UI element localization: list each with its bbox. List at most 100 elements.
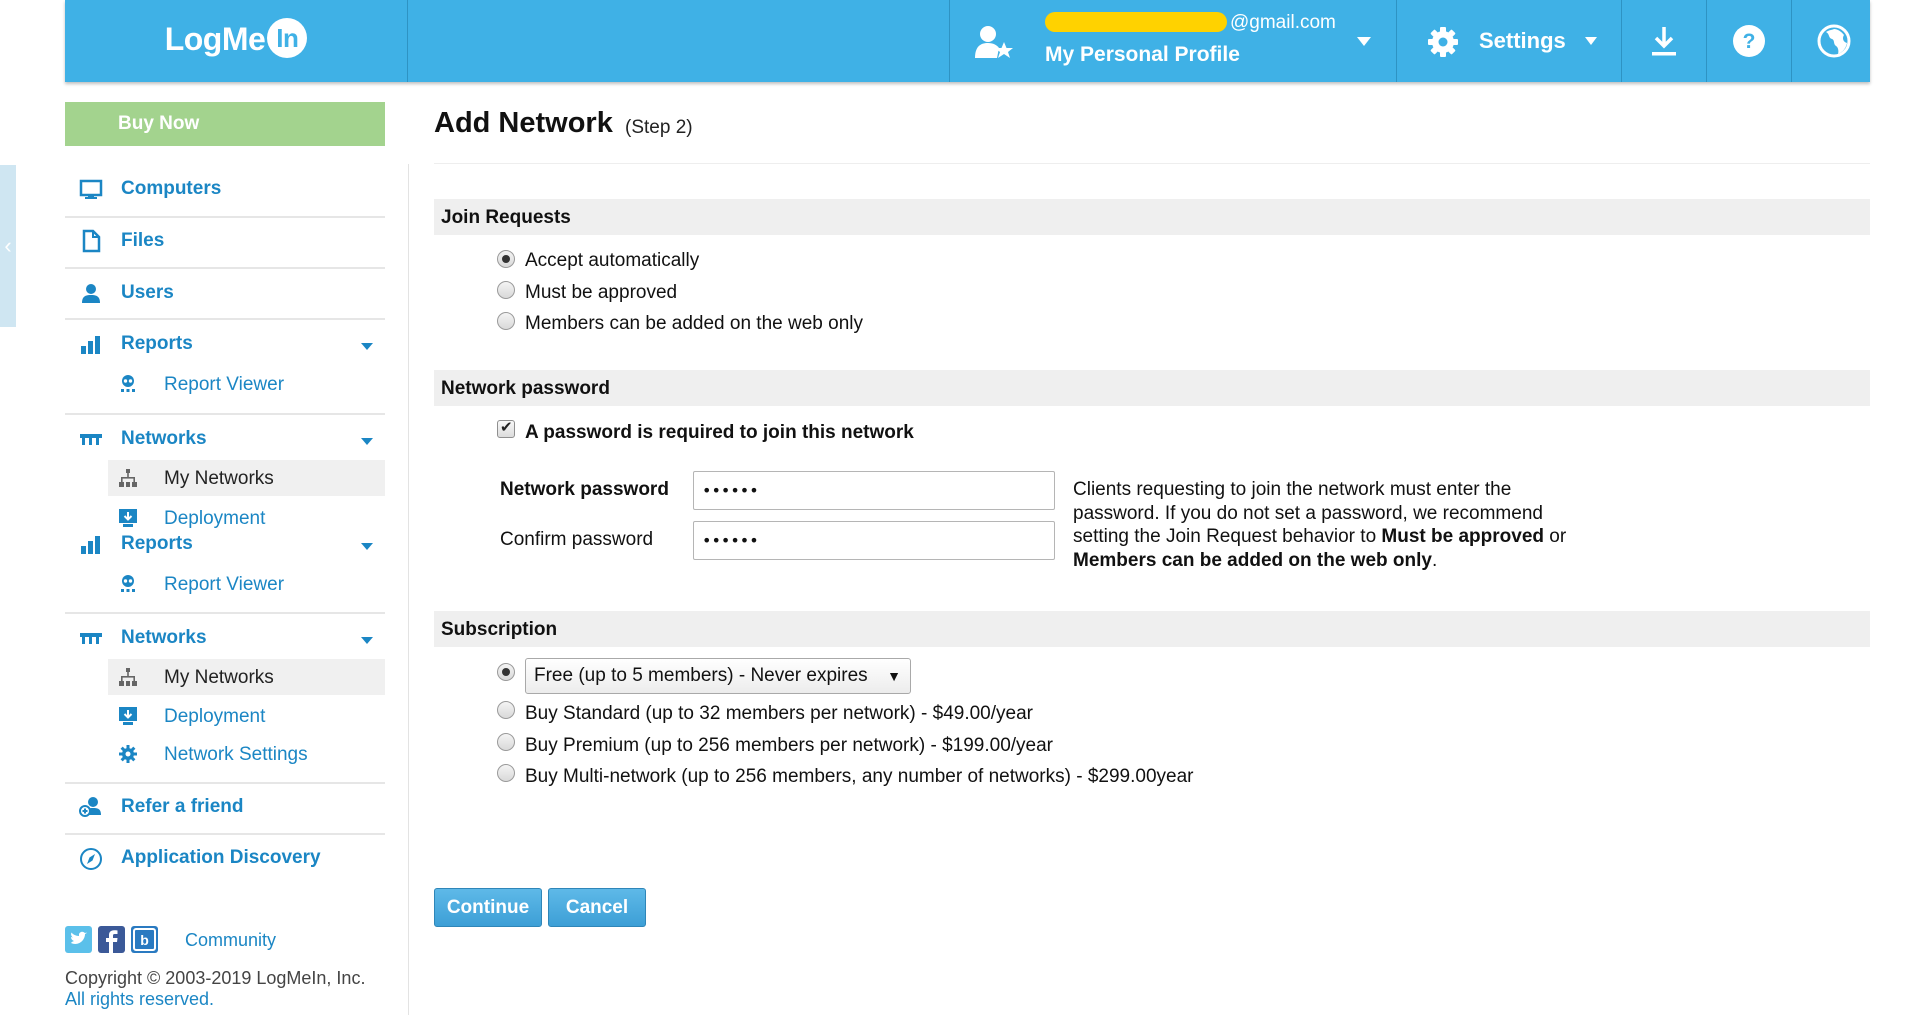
chevron-down-icon[interactable] (361, 438, 373, 445)
sidebar-item-files[interactable]: Files (65, 222, 385, 260)
sidebar-item-report-viewer[interactable]: Report Viewer (108, 566, 385, 602)
logmein-logo[interactable]: LogMe In (65, 0, 407, 82)
sidebar-item-reports[interactable]: Reports (65, 325, 385, 363)
password-required-checkbox[interactable] (497, 418, 515, 438)
network-icon (80, 434, 102, 445)
sidebar-subitem-label: Report Viewer (164, 574, 285, 595)
free-plan-radio[interactable] (497, 663, 515, 681)
must-be-approved-radio[interactable] (497, 281, 515, 299)
header-divider (407, 0, 408, 82)
sidebar-divider (65, 612, 385, 614)
network-tree-icon (119, 469, 137, 487)
sidebar-item-my-networks[interactable]: My Networks (108, 659, 385, 695)
chevron-down-icon[interactable] (361, 637, 373, 644)
community-blog-icon[interactable]: b (131, 926, 158, 953)
sidebar-subitem-label: My Networks (164, 667, 274, 688)
network-icon (80, 633, 102, 644)
network-tree-icon (119, 668, 137, 686)
sidebar-subitem-label: Network Settings (164, 744, 308, 765)
help-icon: ? (1733, 25, 1765, 57)
must-be-approved-label[interactable]: Must be approved (525, 282, 677, 304)
chevron-down-icon (1357, 37, 1371, 46)
help-button[interactable]: ? (1707, 0, 1791, 82)
settings-label: Settings (1479, 28, 1566, 53)
sidebar-item-refer-friend[interactable]: Refer a friend (65, 788, 385, 826)
premium-plan-label[interactable]: Buy Premium (up to 256 members per netwo… (525, 735, 1053, 757)
download-button[interactable] (1622, 0, 1706, 82)
page-title: Add Network (434, 107, 613, 139)
buy-now-button[interactable]: Buy Now (65, 102, 385, 146)
sidebar-item-application-discovery[interactable]: Application Discovery (65, 839, 385, 877)
section-heading: Join Requests (441, 207, 571, 228)
network-password-header: Network password (434, 370, 1870, 406)
sidebar-item-label: Users (121, 282, 174, 303)
network-password-label: Network password (500, 479, 669, 500)
multi-network-plan-radio[interactable] (497, 764, 515, 782)
accept-automatically-label[interactable]: Accept automatically (525, 250, 699, 272)
rights-reserved-link[interactable]: All rights reserved. (65, 989, 214, 1010)
sidebar-item-networks[interactable]: Networks (65, 420, 385, 458)
copyright-text: Copyright © 2003-2019 LogMeIn, Inc. (65, 968, 366, 988)
title-divider (434, 163, 1870, 164)
standard-plan-label[interactable]: Buy Standard (up to 32 members per netwo… (525, 703, 1033, 725)
web-only-radio[interactable] (497, 312, 515, 330)
subscription-header: Subscription (434, 611, 1870, 647)
sidebar-item-label: Networks (121, 627, 207, 648)
premium-plan-radio[interactable] (497, 733, 515, 751)
sidebar-divider (65, 833, 385, 835)
report-viewer-icon (121, 575, 135, 592)
sidebar-subitem-label: Report Viewer (164, 374, 285, 395)
refer-friend-icon (79, 797, 101, 817)
profile-email: @gmail.com (1230, 12, 1336, 33)
sidebar-item-label: Networks (121, 428, 207, 449)
user-star-icon (975, 26, 1013, 58)
sidebar-item-deployment[interactable]: Deployment (108, 698, 385, 734)
free-plan-select[interactable]: Free (up to 5 members) - Never expires ▼ (525, 658, 911, 694)
sidebar-item-network-settings[interactable]: Network Settings (108, 736, 385, 772)
chevron-down-icon[interactable] (361, 543, 373, 550)
accept-automatically-radio[interactable] (497, 250, 515, 268)
sidebar-content-divider (408, 164, 409, 1015)
continue-button[interactable]: Continue (434, 888, 542, 927)
sidebar-item-label: Reports (121, 533, 193, 554)
standard-plan-radio[interactable] (497, 701, 515, 719)
section-heading: Subscription (441, 619, 558, 640)
monitor-icon (79, 179, 103, 199)
sidebar-collapse-tab[interactable]: ‹ (0, 165, 16, 327)
file-icon (82, 229, 101, 253)
password-required-label[interactable]: A password is required to join this netw… (525, 422, 914, 444)
sidebar-item-label: Application Discovery (121, 847, 321, 868)
sidebar-subitem-label: My Networks (164, 468, 274, 489)
settings-menu[interactable]: Settings (1397, 0, 1621, 82)
dropdown-arrow-icon: ▼ (887, 668, 901, 684)
help-text-bold: Members can be added on the web only (1073, 549, 1432, 571)
compass-icon (80, 848, 102, 870)
facebook-icon[interactable] (98, 926, 125, 953)
top-header: LogMe In @gmail.com My Personal Profile S… (65, 0, 1870, 82)
download-icon (1652, 27, 1676, 56)
confirm-password-field[interactable] (693, 521, 1055, 560)
cancel-button[interactable]: Cancel (548, 888, 646, 927)
sidebar-item-report-viewer[interactable]: Report Viewer (108, 366, 385, 402)
community-link[interactable]: Community (185, 930, 276, 951)
sidebar-subitem-label: Deployment (164, 706, 266, 727)
sidebar-item-label: Files (121, 230, 165, 251)
sidebar-item-reports[interactable]: Reports (65, 525, 385, 563)
sidebar-divider (65, 267, 385, 269)
twitter-icon[interactable] (65, 926, 92, 953)
sidebar-divider (65, 413, 385, 415)
sidebar-divider (65, 782, 385, 784)
sidebar-item-networks[interactable]: Networks (65, 619, 385, 657)
network-password-field[interactable] (693, 471, 1055, 510)
section-heading: Network password (441, 378, 610, 399)
sidebar-item-computers[interactable]: Computers (65, 170, 385, 208)
multi-network-plan-label[interactable]: Buy Multi-network (up to 256 members, an… (525, 766, 1193, 788)
sidebar-divider (65, 216, 385, 218)
chevron-down-icon[interactable] (361, 343, 373, 350)
sidebar-item-my-networks[interactable]: My Networks (108, 460, 385, 496)
profile-menu[interactable]: @gmail.com My Personal Profile (949, 0, 1396, 82)
sidebar-divider (65, 318, 385, 320)
language-button[interactable] (1792, 0, 1876, 82)
sidebar-item-users[interactable]: Users (65, 274, 385, 312)
web-only-label[interactable]: Members can be added on the web only (525, 313, 863, 335)
